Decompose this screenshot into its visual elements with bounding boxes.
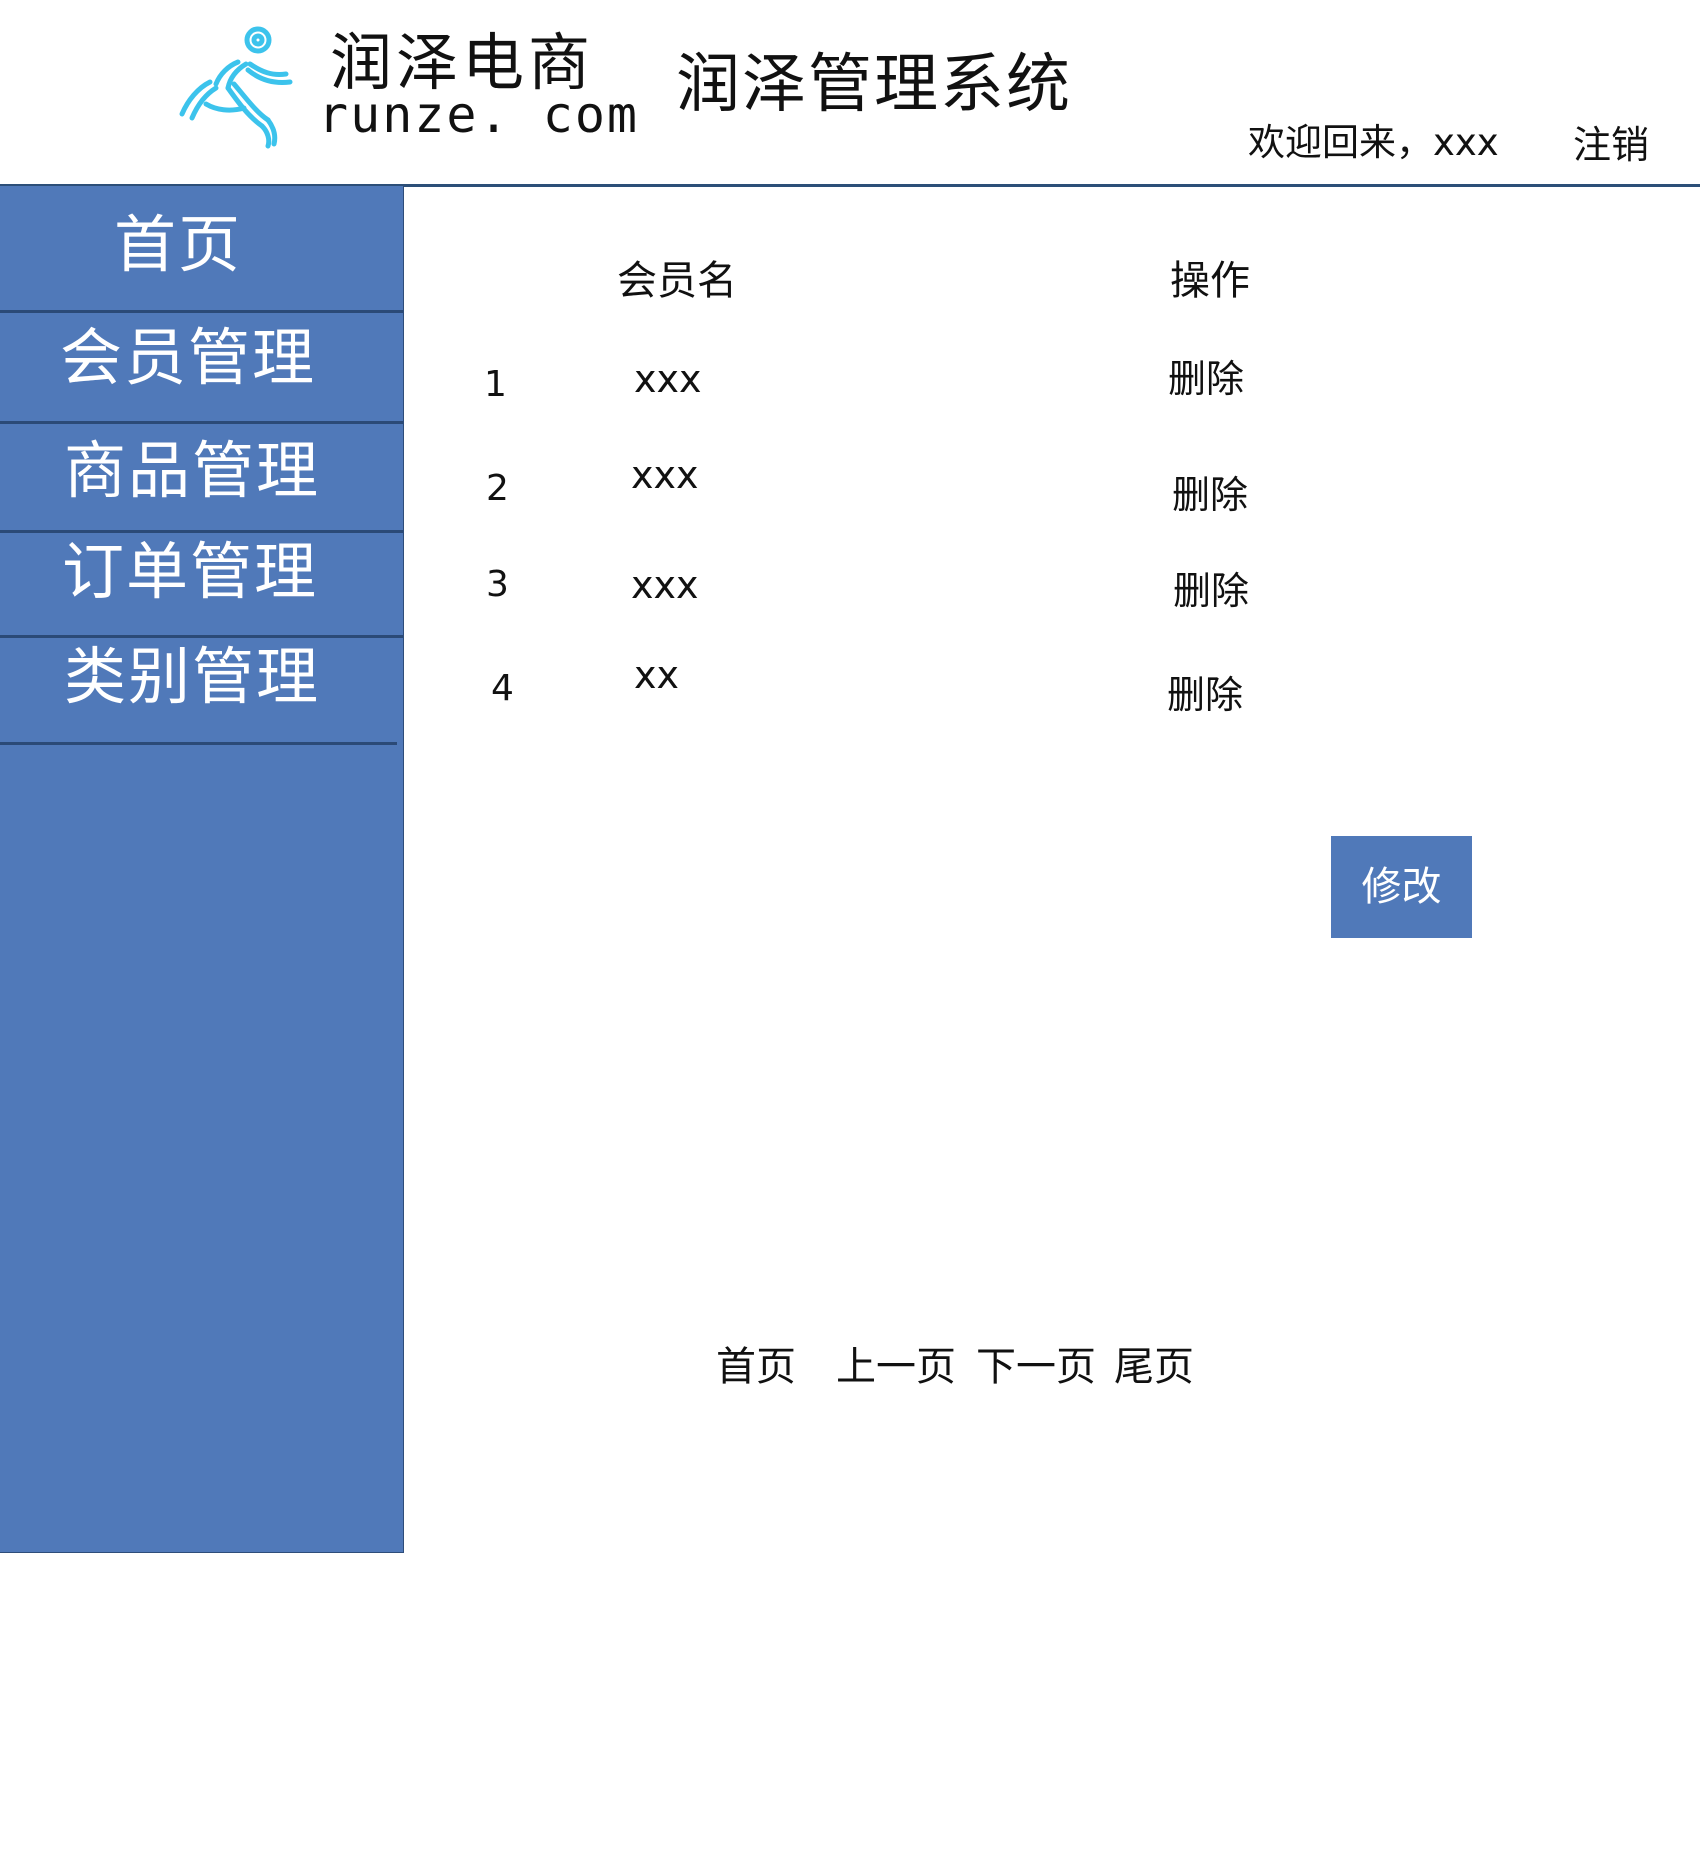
row-index: 3 [486, 564, 509, 605]
page: 润泽电商 runze. com 润泽管理系统 欢迎回来，xxx 注销 首页 会员… [0, 0, 1700, 1864]
sidebar-item-label: 首页 [114, 208, 243, 281]
delete-link[interactable]: 删除 [1167, 674, 1243, 716]
welcome-message: 欢迎回来，xxx [1248, 121, 1499, 164]
edit-button[interactable]: 修改 [1331, 836, 1472, 938]
row-index: 4 [491, 668, 514, 709]
sidebar-item-label: 商品管理 [64, 434, 321, 507]
brand-domain: runze. com [318, 86, 640, 144]
member-name: xxx [631, 453, 699, 497]
column-header-action: 操作 [1170, 258, 1250, 304]
pagination-last[interactable]: 尾页 [1114, 1344, 1194, 1390]
sidebar-item-products[interactable]: 商品管理 [0, 424, 403, 519]
logout-link[interactable]: 注销 [1573, 124, 1649, 166]
pagination-prev[interactable]: 上一页 [836, 1344, 956, 1390]
sidebar: 首页 会员管理 商品管理 订单管理 类别管理 [0, 186, 404, 1553]
sidebar-item-orders[interactable]: 订单管理 [0, 533, 403, 625]
member-name: xx [634, 653, 679, 697]
sidebar-item-categories[interactable]: 类别管理 [0, 638, 403, 738]
pagination-next[interactable]: 下一页 [976, 1344, 1096, 1390]
sidebar-divider [0, 742, 397, 745]
column-header-member-name: 会员名 [617, 258, 737, 304]
pagination-first[interactable]: 首页 [716, 1344, 796, 1390]
member-name: xxx [631, 563, 699, 607]
delete-link[interactable]: 删除 [1172, 474, 1248, 516]
sidebar-item-label: 订单管理 [62, 535, 319, 608]
member-name: xxx [634, 357, 702, 401]
row-index: 2 [486, 468, 509, 509]
sidebar-item-home[interactable]: 首页 [0, 186, 403, 310]
sidebar-item-label: 会员管理 [60, 321, 317, 394]
sidebar-item-label: 类别管理 [64, 640, 321, 713]
delete-link[interactable]: 删除 [1168, 358, 1244, 400]
system-title: 润泽管理系统 [676, 48, 1072, 122]
delete-link[interactable]: 删除 [1173, 570, 1249, 612]
running-person-logo-icon [179, 26, 293, 149]
row-index: 1 [484, 364, 507, 405]
